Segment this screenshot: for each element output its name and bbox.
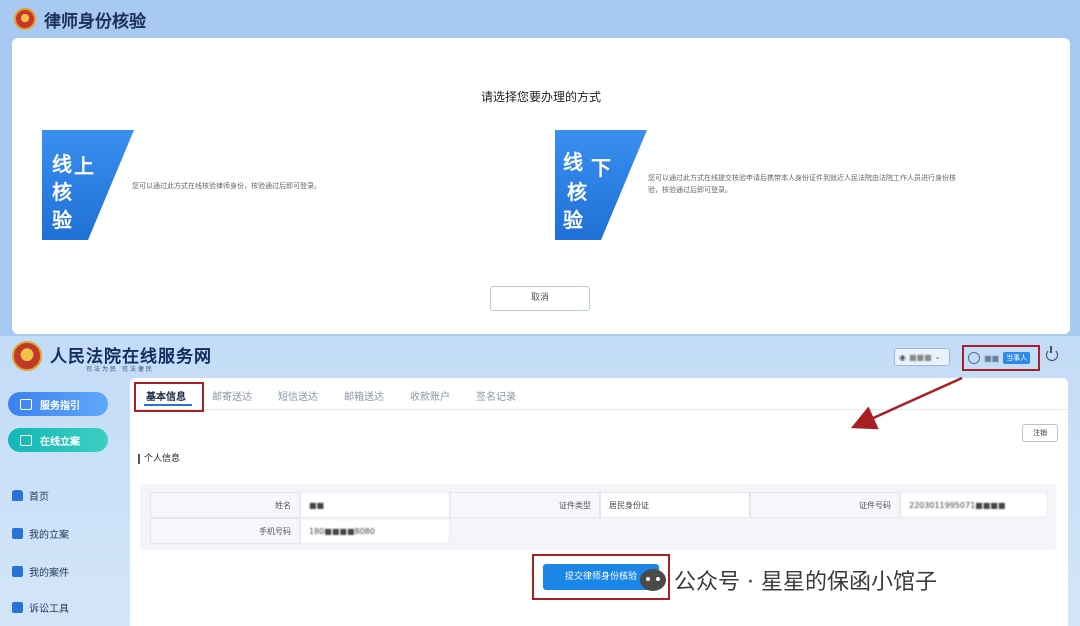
top-header: 律师身份核验 <box>14 6 146 32</box>
tab-sms-delivery[interactable]: 短信送达 <box>278 388 318 403</box>
filing-doc-icon <box>12 528 23 539</box>
sidebar-item-label: 首页 <box>29 492 49 503</box>
watermark-text: 公众号 · 星星的保函小馆子 <box>674 570 937 595</box>
online-filing-button[interactable]: 在线立案 <box>8 428 108 452</box>
tab-mail-delivery[interactable]: 邮寄送达 <box>212 388 252 403</box>
tab-signature-record[interactable]: 签名记录 <box>476 388 516 403</box>
badge-char: 线 <box>563 150 583 174</box>
offline-description-line: 验，核验通过后即可登录。 <box>648 186 732 194</box>
location-value: ■■■ <box>908 352 932 362</box>
online-verify-badge[interactable]: 线 上 核 验 <box>42 130 134 240</box>
personal-info-card: 姓名 ■■ 证件类型 居民身份证 证件号码 2203011995071■■■■ … <box>140 484 1056 550</box>
user-name: ■■ <box>984 353 1000 363</box>
power-icon[interactable] <box>1046 346 1058 361</box>
id-type-value: 居民身份证 <box>600 492 750 518</box>
id-type-label: 证件类型 <box>450 492 600 518</box>
badge-char: 核 <box>52 180 72 204</box>
wechat-icon <box>640 569 666 591</box>
logout-button[interactable]: 注销 <box>1022 424 1058 442</box>
location-pin-icon: ◉ <box>899 352 906 362</box>
id-number-value: 2203011995071■■■■ <box>900 492 1048 518</box>
tab-payee-account[interactable]: 收款账户 <box>410 388 450 403</box>
name-label: 姓名 <box>150 492 300 518</box>
court-emblem-icon <box>14 8 36 30</box>
badge-char: 核 <box>567 180 587 204</box>
dialog-title: 请选择您要办理的方式 <box>480 90 601 104</box>
online-description: 您可以通过此方式在线核验律师身份，核验通过后即可登录。 <box>132 182 321 190</box>
lawyer-verify-panel: 律师身份核验 请选择您要办理的方式 线 上 核 验 您可以通过此方式在线核验律师… <box>0 0 1080 336</box>
badge-char: 下 <box>591 156 611 180</box>
filing-icon <box>20 434 32 446</box>
phone-value: 180■■■■8080 <box>300 518 450 544</box>
sidebar-item-my-cases[interactable]: 我的案件 <box>12 564 69 579</box>
sidebar-button-label: 在线立案 <box>40 436 80 448</box>
guide-icon <box>20 398 32 410</box>
sidebar-item-label: 我的立案 <box>29 530 69 541</box>
chevron-down-icon: ⌄ <box>934 353 941 361</box>
badge-char: 验 <box>563 208 583 232</box>
court-logo-icon <box>12 341 42 371</box>
app-header: 人民法院在线服务网 司法为民 司法便民 ◉ ■■■ ⌄ ■■ 当事人 <box>0 336 1080 378</box>
service-guide-button[interactable]: 服务指引 <box>8 392 108 416</box>
sidebar-item-litigation-tools[interactable]: 诉讼工具 <box>12 600 69 615</box>
user-avatar-icon <box>968 352 980 364</box>
offline-verify-badge[interactable]: 线 下 核 验 <box>555 130 647 240</box>
tools-icon <box>12 602 23 613</box>
badge-char: 验 <box>52 208 72 232</box>
offline-description: 您可以通过此方式在线提交核验申请后携带本人身份证件到就近人民法院由法院工作人员进… <box>648 172 1038 196</box>
user-menu[interactable]: ■■ 当事人 <box>962 345 1040 371</box>
cancel-button[interactable]: 取消 <box>490 286 590 311</box>
panel-title: 律师身份核验 <box>44 11 146 32</box>
sidebar-button-label: 服务指引 <box>40 400 80 412</box>
site-slogan: 司法为民 司法便民 <box>86 366 154 373</box>
id-number-label: 证件号码 <box>750 492 900 518</box>
badge-char: 上 <box>74 154 94 178</box>
method-dialog: 请选择您要办理的方式 线 上 核 验 您可以通过此方式在线核验律师身份，核验通过… <box>12 38 1070 334</box>
phone-label: 手机号码 <box>150 518 300 544</box>
sidebar-item-label: 诉讼工具 <box>29 604 69 615</box>
tab-bar: 基本信息 邮寄送达 短信送达 邮箱送达 收款账户 签名记录 <box>130 378 1068 412</box>
case-icon <box>12 566 23 577</box>
user-role-badge: 当事人 <box>1003 352 1031 364</box>
offline-description-line: 您可以通过此方式在线提交核验申请后携带本人身份证件到就近人民法院由法院工作人员进… <box>648 174 956 182</box>
sidebar-item-label: 我的案件 <box>29 568 69 579</box>
watermark: 公众号 · 星星的保函小馆子 <box>640 564 937 596</box>
tab-email-delivery[interactable]: 邮箱送达 <box>344 388 384 403</box>
section-title: 个人信息 <box>138 454 180 464</box>
sidebar: 服务指引 在线立案 首页 我的立案 我的案件 诉讼工具 <box>0 378 120 626</box>
home-icon <box>12 490 23 501</box>
sidebar-item-my-filings[interactable]: 我的立案 <box>12 526 69 541</box>
badge-char: 线 <box>52 152 72 176</box>
location-select[interactable]: ◉ ■■■ ⌄ <box>894 348 950 366</box>
highlight-box <box>134 382 204 412</box>
sidebar-item-home[interactable]: 首页 <box>12 488 49 503</box>
name-value: ■■ <box>300 492 450 518</box>
